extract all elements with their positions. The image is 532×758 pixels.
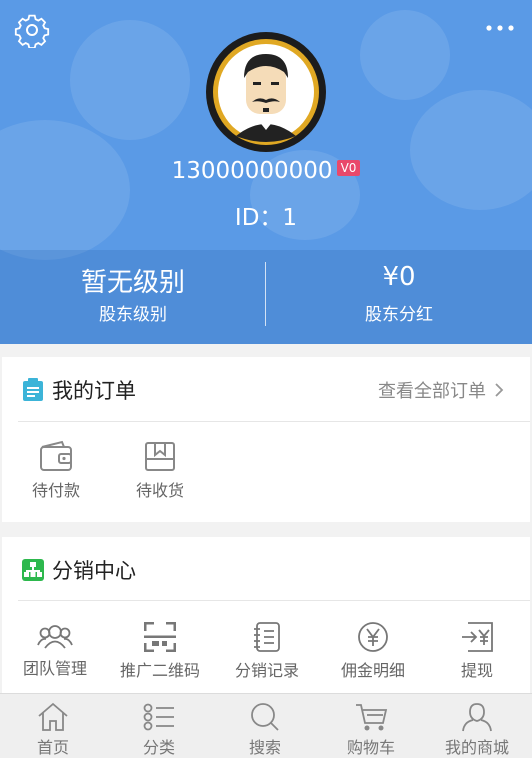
stat-label: 股东级别 xyxy=(99,305,167,325)
tab-cart[interactable]: 购物车 xyxy=(318,694,424,758)
wallet-icon xyxy=(40,440,72,471)
distribution-header: 分销中心 xyxy=(22,555,136,585)
dist-item-label: 佣金明细 xyxy=(340,661,405,680)
home-icon xyxy=(38,702,68,731)
vip-level-badge: V0 xyxy=(336,160,361,176)
divider xyxy=(18,421,530,422)
profile-header: 13000000000 V0 ID：1 暂无级别 股东级别 ¥0 股东分红 xyxy=(0,0,532,344)
org-chart-icon xyxy=(22,559,44,581)
phone-row: 13000000000 V0 xyxy=(0,158,532,184)
dist-item-label: 推广二维码 xyxy=(119,661,200,680)
bg-decoration xyxy=(0,120,130,260)
dist-item-label: 团队管理 xyxy=(22,659,87,678)
stats-divider xyxy=(265,262,266,326)
dist-commission-details[interactable]: 佣金明细 xyxy=(330,621,416,681)
orders-header: 我的订单 xyxy=(22,375,136,405)
stats-bar: 暂无级别 股东级别 ¥0 股东分红 xyxy=(0,250,532,344)
distribution-card: 分销中心 团队管理 推广二维码 分销记录 佣金明细 提现 xyxy=(2,537,530,693)
distribution-title: 分销中心 xyxy=(52,559,136,583)
tab-my-mall[interactable]: 我的商城 xyxy=(424,694,530,758)
dist-team-management[interactable]: 团队管理 xyxy=(12,621,98,679)
chevron-right-icon xyxy=(495,383,504,397)
withdraw-icon xyxy=(462,622,493,652)
tab-search[interactable]: 搜索 xyxy=(212,694,318,758)
tab-label: 搜索 xyxy=(248,738,281,757)
divider xyxy=(18,600,530,601)
package-icon xyxy=(145,442,175,471)
tab-category[interactable]: 分类 xyxy=(106,694,212,758)
stat-shareholder-level[interactable]: 暂无级别 股东级别 xyxy=(0,250,266,344)
yen-circle-icon xyxy=(358,622,388,652)
orders-title: 我的订单 xyxy=(52,379,136,403)
tab-label: 首页 xyxy=(36,738,69,757)
stat-shareholder-dividend[interactable]: ¥0 股东分红 xyxy=(266,250,532,344)
stat-value: 暂无级别 xyxy=(80,268,185,298)
category-list-icon xyxy=(143,703,174,731)
order-item-label: 待付款 xyxy=(31,481,80,500)
tab-home[interactable]: 首页 xyxy=(0,694,106,758)
clipboard-icon xyxy=(23,378,43,401)
tab-label: 我的商城 xyxy=(444,738,509,757)
dist-records[interactable]: 分销记录 xyxy=(224,621,310,681)
bg-decoration xyxy=(360,10,450,100)
dist-promo-qr-code[interactable]: 推广二维码 xyxy=(110,621,210,681)
notebook-icon xyxy=(254,622,280,652)
avatar-image xyxy=(213,39,319,145)
dist-withdraw[interactable]: 提现 xyxy=(434,621,520,681)
settings-gear-icon[interactable] xyxy=(14,12,50,48)
dist-item-label: 分销记录 xyxy=(234,661,299,680)
cart-icon xyxy=(356,704,388,731)
order-item-label: 待收货 xyxy=(135,481,184,500)
bottom-tab-bar: 首页 分类 搜索 购物车 我的商城 xyxy=(0,693,532,758)
bg-decoration xyxy=(410,90,532,210)
tab-label: 购物车 xyxy=(346,738,395,757)
dist-item-label: 提现 xyxy=(460,661,493,680)
team-icon xyxy=(37,625,73,649)
order-pending-payment[interactable]: 待付款 xyxy=(16,439,96,501)
phone-number: 13000000000 xyxy=(171,158,333,184)
order-pending-receipt[interactable]: 待收货 xyxy=(120,439,200,501)
avatar[interactable] xyxy=(206,32,326,152)
qr-code-icon xyxy=(144,622,176,652)
bg-decoration xyxy=(70,20,190,140)
view-all-orders-link[interactable]: 查看全部订单 xyxy=(378,377,506,403)
search-icon xyxy=(251,703,279,731)
more-options-icon[interactable] xyxy=(484,18,516,38)
stat-value: ¥0 xyxy=(382,262,416,292)
view-all-label: 查看全部订单 xyxy=(378,381,486,402)
tab-label: 分类 xyxy=(142,738,175,757)
orders-card: 我的订单 查看全部订单 待付款 待收货 xyxy=(2,357,530,522)
user-id: ID：1 xyxy=(234,205,298,231)
user-icon xyxy=(462,703,492,732)
stat-label: 股东分红 xyxy=(365,305,433,325)
